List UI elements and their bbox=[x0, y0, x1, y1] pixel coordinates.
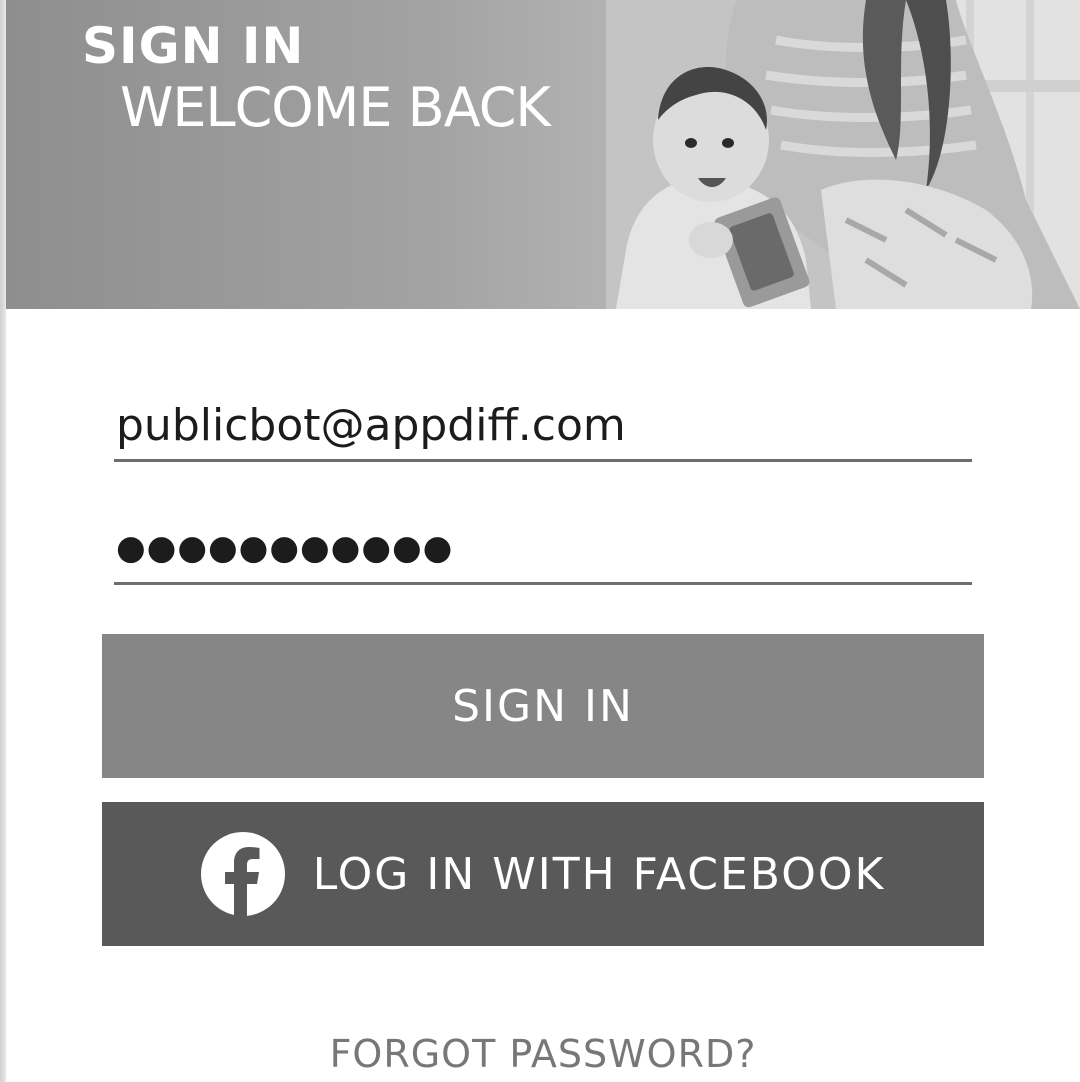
sign-in-button[interactable]: SIGN IN bbox=[102, 634, 984, 778]
sign-in-button-label: SIGN IN bbox=[452, 680, 634, 732]
facebook-icon bbox=[200, 832, 285, 916]
email-field[interactable]: publicbot@appdiff.com bbox=[114, 398, 972, 462]
page-title: SIGN IN bbox=[82, 17, 305, 75]
facebook-login-button[interactable]: LOG IN WITH FACEBOOK bbox=[102, 802, 984, 946]
forgot-password-link[interactable]: FORGOT PASSWORD? bbox=[0, 1030, 1080, 1078]
header-banner: SIGN IN WELCOME BACK bbox=[6, 0, 1080, 309]
welcome-subtitle: WELCOME BACK bbox=[120, 76, 551, 139]
hero-photo bbox=[606, 0, 1080, 309]
password-field[interactable]: ●●●●●●●●●●● bbox=[114, 522, 972, 585]
facebook-button-label: LOG IN WITH FACEBOOK bbox=[312, 848, 886, 900]
